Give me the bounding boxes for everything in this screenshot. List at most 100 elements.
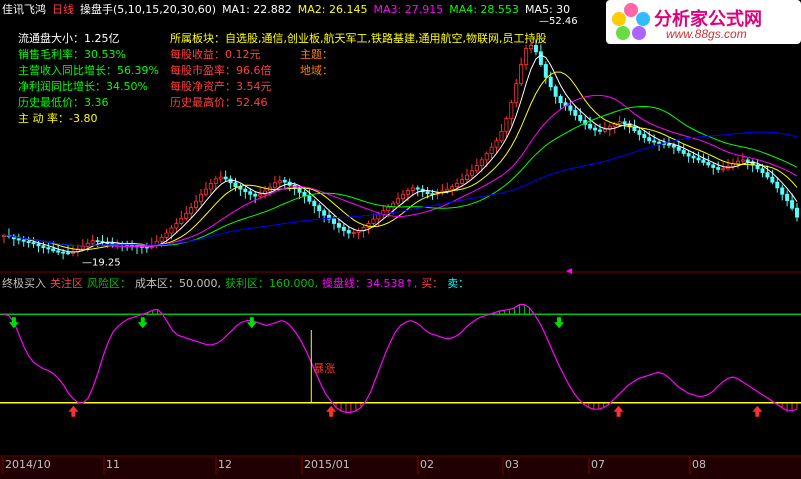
buy-arrow-icon bbox=[68, 405, 79, 417]
sell-arrow-icon bbox=[246, 317, 257, 329]
candle-body bbox=[740, 159, 745, 162]
stock-chart-window: —19.25 —52.46 暴涨 佳讯飞鸿 日线 操盘手(5,10,15,20,30,6… bbox=[0, 0, 801, 479]
info-left-line: 历史最低价：3.36 bbox=[18, 96, 109, 109]
candle-body bbox=[396, 198, 401, 204]
candle-body bbox=[159, 237, 164, 242]
candle-body bbox=[558, 95, 563, 104]
candle-body bbox=[203, 188, 208, 195]
candle-body bbox=[701, 159, 706, 163]
candle-body bbox=[31, 242, 36, 245]
candle-body bbox=[194, 200, 199, 208]
operating-line bbox=[3, 303, 798, 413]
info-mid-line: 每股净资产：3.54元 bbox=[170, 80, 272, 93]
candle-body bbox=[336, 223, 341, 228]
candle-body bbox=[21, 239, 26, 242]
cursor-marker bbox=[566, 268, 572, 274]
candle-body bbox=[775, 181, 780, 189]
candle-body bbox=[780, 187, 785, 195]
ma-legend-item: MA1: 22.882 bbox=[222, 3, 292, 16]
candle-body bbox=[573, 109, 578, 116]
indicator-header-item: 成本区：50.000, bbox=[135, 277, 221, 290]
ma-legend: MA1: 22.882 MA2: 26.145 MA3: 27.915 MA4: 28… bbox=[222, 3, 576, 16]
info-left-line: 销售毛利率：30.53% bbox=[18, 48, 126, 61]
ma-legend-item: MA5: 30 bbox=[524, 3, 571, 16]
candle-body bbox=[790, 200, 795, 209]
stock-info-left: 流通盘大小：1.25亿 销售毛利率：30.53% 主营收入同比增长：56.39% 净利… bbox=[18, 31, 159, 127]
info-mid-line: 所属板块：自选股,通信,创业板,航天军工,铁路基建,通用航空,物联网,员工持股 bbox=[170, 32, 547, 45]
info-left-line: 主营收入同比增长：56.39% bbox=[18, 64, 159, 77]
candle-body bbox=[332, 218, 337, 224]
candle-body bbox=[16, 238, 21, 241]
indicator-header-item: 卖： bbox=[447, 277, 470, 290]
candle-body bbox=[248, 191, 253, 195]
candle-body bbox=[745, 159, 750, 163]
candle-body bbox=[721, 168, 726, 171]
candle-body bbox=[258, 193, 263, 197]
x-axis-label: 08 bbox=[692, 458, 706, 471]
candle-body bbox=[686, 153, 691, 157]
info-mid-line: 每股市盈率：96.6倍 bbox=[170, 64, 272, 77]
candle-body bbox=[785, 193, 790, 201]
info-left-line: 主 动 率：-3.80 bbox=[18, 112, 98, 125]
indicator-header-item: 获利区：160.000, bbox=[225, 277, 318, 290]
info-right-line: 地域： bbox=[300, 64, 333, 77]
candle-body bbox=[450, 186, 455, 190]
candle-body bbox=[174, 223, 179, 229]
info-left-line: 流通盘大小：1.25亿 bbox=[18, 32, 120, 45]
candle-body bbox=[179, 217, 184, 224]
candle-body bbox=[110, 242, 115, 245]
candle-body bbox=[711, 164, 716, 168]
candle-body bbox=[386, 206, 391, 212]
candle-body bbox=[223, 176, 228, 180]
candle-body bbox=[657, 141, 662, 144]
candle-body bbox=[36, 243, 41, 247]
watermark-logo: 分析家公式网 www.88gs.com bbox=[606, 0, 801, 44]
candle-body bbox=[410, 187, 415, 191]
x-axis-label: 02 bbox=[420, 458, 434, 471]
candle-body bbox=[765, 172, 770, 178]
candle-body bbox=[184, 212, 189, 219]
indicator-header-item: 终极买入 bbox=[2, 277, 46, 290]
candle-body bbox=[26, 240, 31, 243]
candle-body bbox=[400, 193, 405, 200]
candle-body bbox=[346, 230, 351, 234]
candle-body bbox=[95, 240, 100, 243]
flower-logo-icon bbox=[612, 3, 650, 40]
candle-body bbox=[164, 232, 169, 238]
candle-body bbox=[66, 252, 71, 255]
buy-arrow-icon bbox=[613, 405, 624, 417]
candle-body bbox=[622, 121, 627, 125]
stock-info-middle: 所属板块：自选股,通信,创业板,航天军工,铁路基建,通用航空,物联网,员工持股每… bbox=[170, 31, 546, 111]
candle-body bbox=[706, 162, 711, 166]
candle-body bbox=[351, 231, 356, 234]
x-axis-label: 2015/01 bbox=[304, 458, 350, 471]
candle-body bbox=[795, 207, 800, 218]
candle-body bbox=[637, 130, 642, 135]
candle-body bbox=[297, 188, 302, 193]
candle-body bbox=[46, 247, 51, 250]
candle-body bbox=[469, 170, 474, 176]
candle-body bbox=[548, 76, 553, 88]
candle-body bbox=[568, 105, 573, 111]
candle-body bbox=[169, 227, 174, 234]
candle-body bbox=[553, 86, 558, 97]
indicator-header-item: 风险区： bbox=[87, 277, 131, 290]
candle-body bbox=[282, 179, 287, 183]
candle-body bbox=[243, 188, 248, 193]
indicator-header-item: 买： bbox=[421, 277, 444, 290]
candle-body bbox=[617, 121, 622, 125]
info-right-line: 主题： bbox=[300, 48, 333, 61]
indicator-name: 操盘手(5,10,15,20,30,60) bbox=[80, 3, 217, 16]
sell-arrow-icon bbox=[8, 317, 19, 329]
x-axis-label: 11 bbox=[106, 458, 120, 471]
candle-body bbox=[199, 193, 204, 202]
candle-body bbox=[460, 179, 465, 184]
candle-body bbox=[464, 174, 469, 181]
candle-body bbox=[51, 248, 56, 252]
watermark-url: www.88gs.com bbox=[666, 27, 747, 41]
candle-body bbox=[208, 183, 213, 190]
candle-body bbox=[277, 179, 282, 184]
candle-body bbox=[696, 157, 701, 161]
sell-arrow-icon bbox=[554, 317, 565, 329]
candle-body bbox=[312, 200, 317, 207]
